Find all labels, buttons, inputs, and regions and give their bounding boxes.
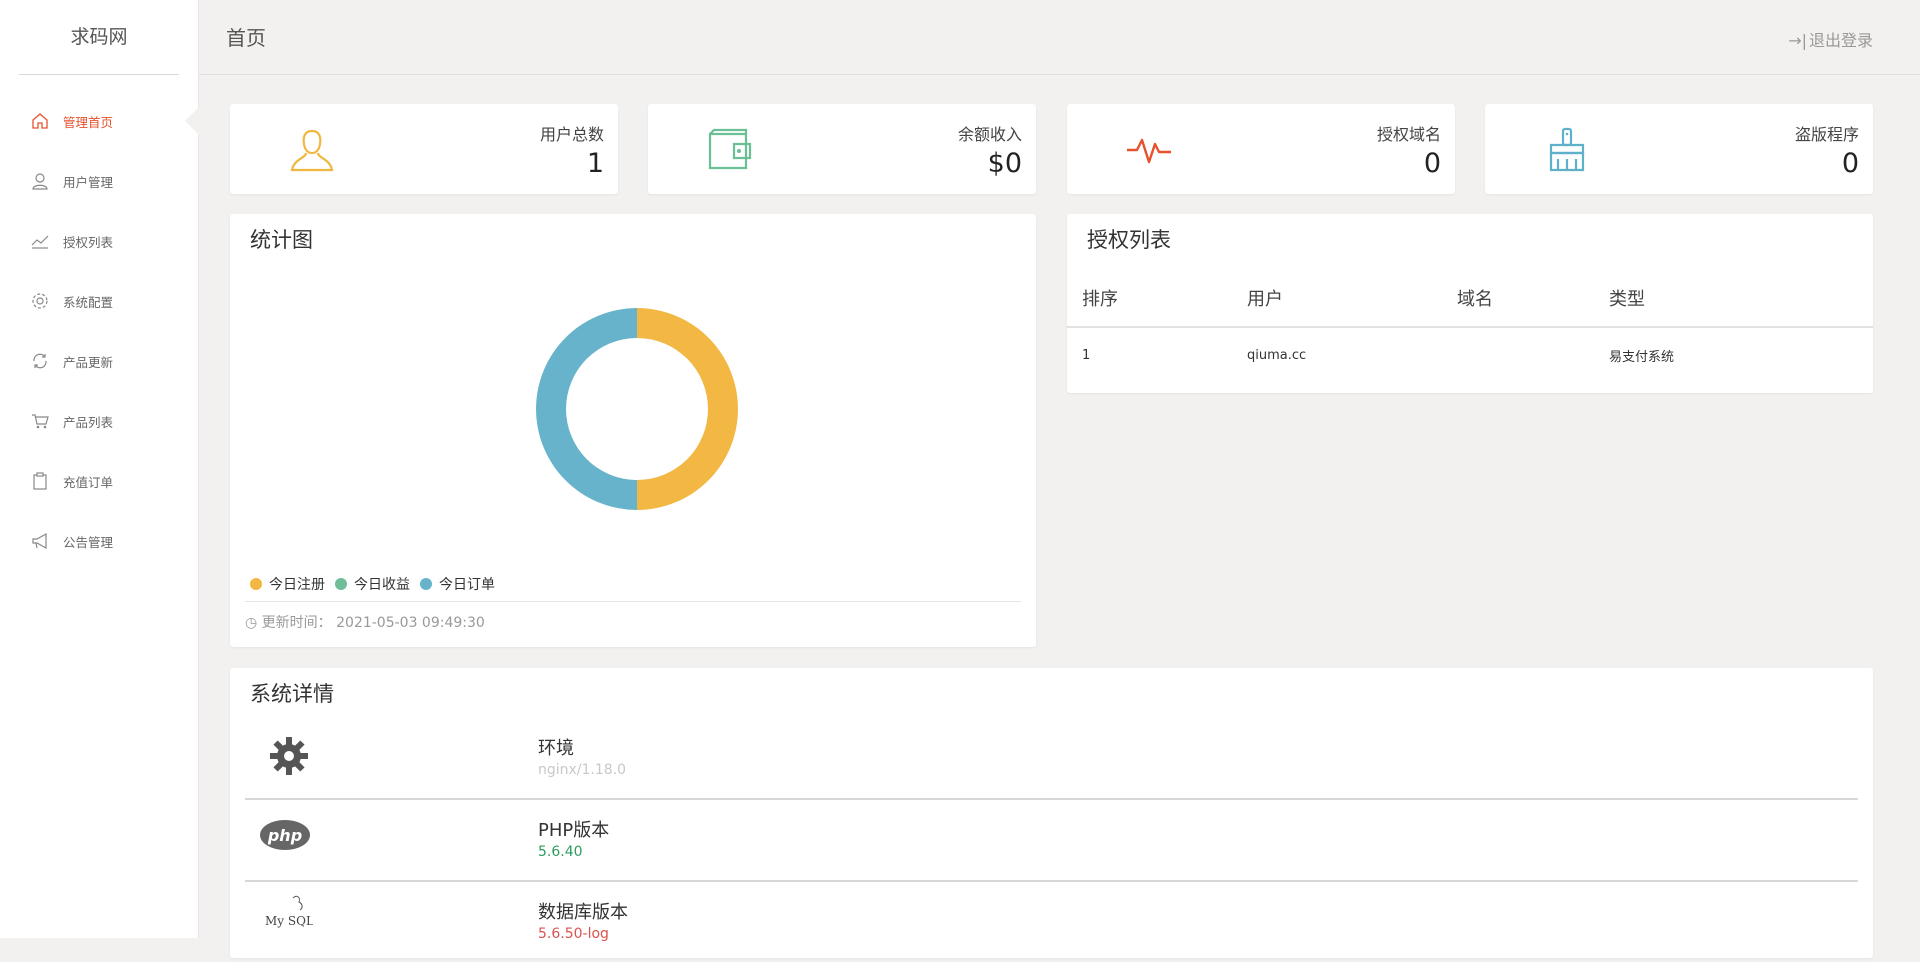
mysql-logo-icon: My SQL <box>265 895 313 928</box>
auth-table: 排序 用户 域名 类型 1 qiuma.cc 易支付系统 <box>1067 270 1873 382</box>
system-item-name: 环境 <box>538 738 574 759</box>
sidebar-item-auth-list[interactable]: 授权列表 <box>0 211 198 271</box>
system-item-value: 5.6.40 <box>538 844 583 860</box>
brand-logo[interactable]: 求码网 <box>19 0 179 75</box>
sidebar-item-users[interactable]: 用户管理 <box>0 151 198 211</box>
system-item-name: 数据库版本 <box>538 902 628 923</box>
sidebar-item-label: 充值订单 <box>63 474 114 490</box>
stat-label: 盗版程序 <box>1794 125 1859 144</box>
donut-slice-0[interactable] <box>637 308 738 510</box>
cart-icon <box>30 411 50 431</box>
stat-card-domains: 授权域名 0 <box>1067 104 1455 194</box>
sidebar-item-label: 授权列表 <box>63 234 114 250</box>
stat-label: 用户总数 <box>539 125 604 144</box>
chart-panel-title: 统计图 <box>250 228 313 252</box>
legend-item-revenue[interactable]: 今日收益 <box>335 574 410 594</box>
column-header-order: 排序 <box>1082 289 1118 310</box>
chart-panel: 统计图 今日注册 今日收益 今日订单 ◷ 更新时间： 2021-05-03 09… <box>230 214 1036 647</box>
sidebar: 求码网 管理首页 用户管理 授权列表 系统配置 产品更新 产品列表 充值订单 公… <box>0 0 199 938</box>
legend-swatch <box>420 578 432 590</box>
legend-swatch <box>335 578 347 590</box>
broom-icon <box>1549 127 1585 172</box>
sidebar-item-label: 管理首页 <box>63 114 114 130</box>
column-header-user: 用户 <box>1247 289 1283 310</box>
stat-value: $0 <box>987 148 1022 179</box>
auth-list-panel: 授权列表 排序 用户 域名 类型 1 qiuma.cc 易支付系统 <box>1067 214 1873 393</box>
stat-label: 余额收入 <box>957 125 1022 144</box>
table-cell-type: 易支付系统 <box>1609 349 1675 365</box>
sidebar-item-label: 用户管理 <box>63 174 114 190</box>
system-item-value: 5.6.50-log <box>538 926 609 942</box>
top-header: 首页 →| 退出登录 <box>199 0 1920 75</box>
sidebar-item-label: 公告管理 <box>63 534 114 550</box>
legend-label: 今日订单 <box>439 577 495 593</box>
sidebar-item-home[interactable]: 管理首页 <box>0 91 199 151</box>
update-label: 更新时间： <box>261 615 332 631</box>
stat-card-users: 用户总数 1 <box>230 104 618 194</box>
php-logo-icon: php <box>260 820 310 850</box>
chart-legend: 今日注册 今日收益 今日订单 <box>250 574 505 594</box>
legend-label: 今日注册 <box>269 577 325 593</box>
auth-list-title: 授权列表 <box>1087 228 1171 252</box>
logout-button[interactable]: →| 退出登录 <box>1788 27 1873 51</box>
system-item-name: PHP版本 <box>538 820 610 841</box>
table-row[interactable]: 1 qiuma.cc 易支付系统 <box>1067 328 1873 382</box>
sidebar-item-label: 产品更新 <box>63 354 114 370</box>
stat-card-pirated: 盗版程序 0 <box>1485 104 1873 194</box>
user-icon <box>290 129 334 172</box>
sidebar-item-label: 系统配置 <box>63 294 114 310</box>
refresh-icon <box>30 351 50 371</box>
legend-item-orders[interactable]: 今日订单 <box>420 574 495 594</box>
system-item-value: nginx/1.18.0 <box>538 762 627 778</box>
table-cell-order: 1 <box>1082 347 1091 363</box>
system-details-panel: 系统详情 环境 nginx/1.18.0 php PHP版本 5.6.40 My… <box>230 668 1873 958</box>
sidebar-item-product-update[interactable]: 产品更新 <box>0 331 198 391</box>
column-header-domain: 域名 <box>1457 289 1493 310</box>
table-header-row: 排序 用户 域名 类型 <box>1067 270 1873 328</box>
system-row-php: php PHP版本 5.6.40 <box>245 800 1858 882</box>
stat-value: 0 <box>1423 148 1441 179</box>
gear-icon <box>30 291 50 311</box>
sidebar-item-announcements[interactable]: 公告管理 <box>0 511 198 571</box>
wallet-icon <box>708 128 752 170</box>
legend-label: 今日收益 <box>354 577 410 593</box>
donut-slice-2[interactable] <box>536 308 637 510</box>
user-icon <box>30 171 50 191</box>
clipboard-icon <box>30 471 50 491</box>
sidebar-item-system-config[interactable]: 系统配置 <box>0 271 198 331</box>
trend-icon <box>30 231 50 251</box>
stat-value: 1 <box>586 148 604 179</box>
stat-label: 授权域名 <box>1376 125 1441 144</box>
megaphone-icon <box>30 531 50 551</box>
gear-icon <box>270 737 308 775</box>
legend-swatch <box>250 578 262 590</box>
home-icon <box>30 111 50 131</box>
sidebar-nav: 管理首页 用户管理 授权列表 系统配置 产品更新 产品列表 充值订单 公告管理 <box>0 91 199 571</box>
stat-value: 0 <box>1841 148 1859 179</box>
sidebar-item-label: 产品列表 <box>63 414 114 430</box>
page-title: 首页 <box>226 26 266 50</box>
clock-icon: ◷ <box>245 615 258 631</box>
column-header-type: 类型 <box>1609 289 1645 310</box>
svg-text:My SQL: My SQL <box>265 914 313 928</box>
pulse-icon <box>1127 138 1171 164</box>
system-row-environment: 环境 nginx/1.18.0 <box>245 718 1858 800</box>
logout-label: 退出登录 <box>1808 31 1873 50</box>
sidebar-item-product-list[interactable]: 产品列表 <box>0 391 198 451</box>
stat-card-balance: 余额收入 $0 <box>648 104 1036 194</box>
system-row-database: My SQL 数据库版本 5.6.50-log <box>245 882 1858 962</box>
logout-icon: →| <box>1788 31 1807 50</box>
system-details-title: 系统详情 <box>250 682 334 706</box>
legend-item-registrations[interactable]: 今日注册 <box>250 574 325 594</box>
svg-text:php: php <box>267 826 302 845</box>
update-time: 2021-05-03 09:49:30 <box>336 615 485 631</box>
sidebar-item-recharge-orders[interactable]: 充值订单 <box>0 451 198 511</box>
donut-chart[interactable] <box>534 306 740 512</box>
chart-update-footer: ◷ 更新时间： 2021-05-03 09:49:30 <box>245 601 1021 632</box>
table-cell-user: qiuma.cc <box>1247 347 1307 363</box>
